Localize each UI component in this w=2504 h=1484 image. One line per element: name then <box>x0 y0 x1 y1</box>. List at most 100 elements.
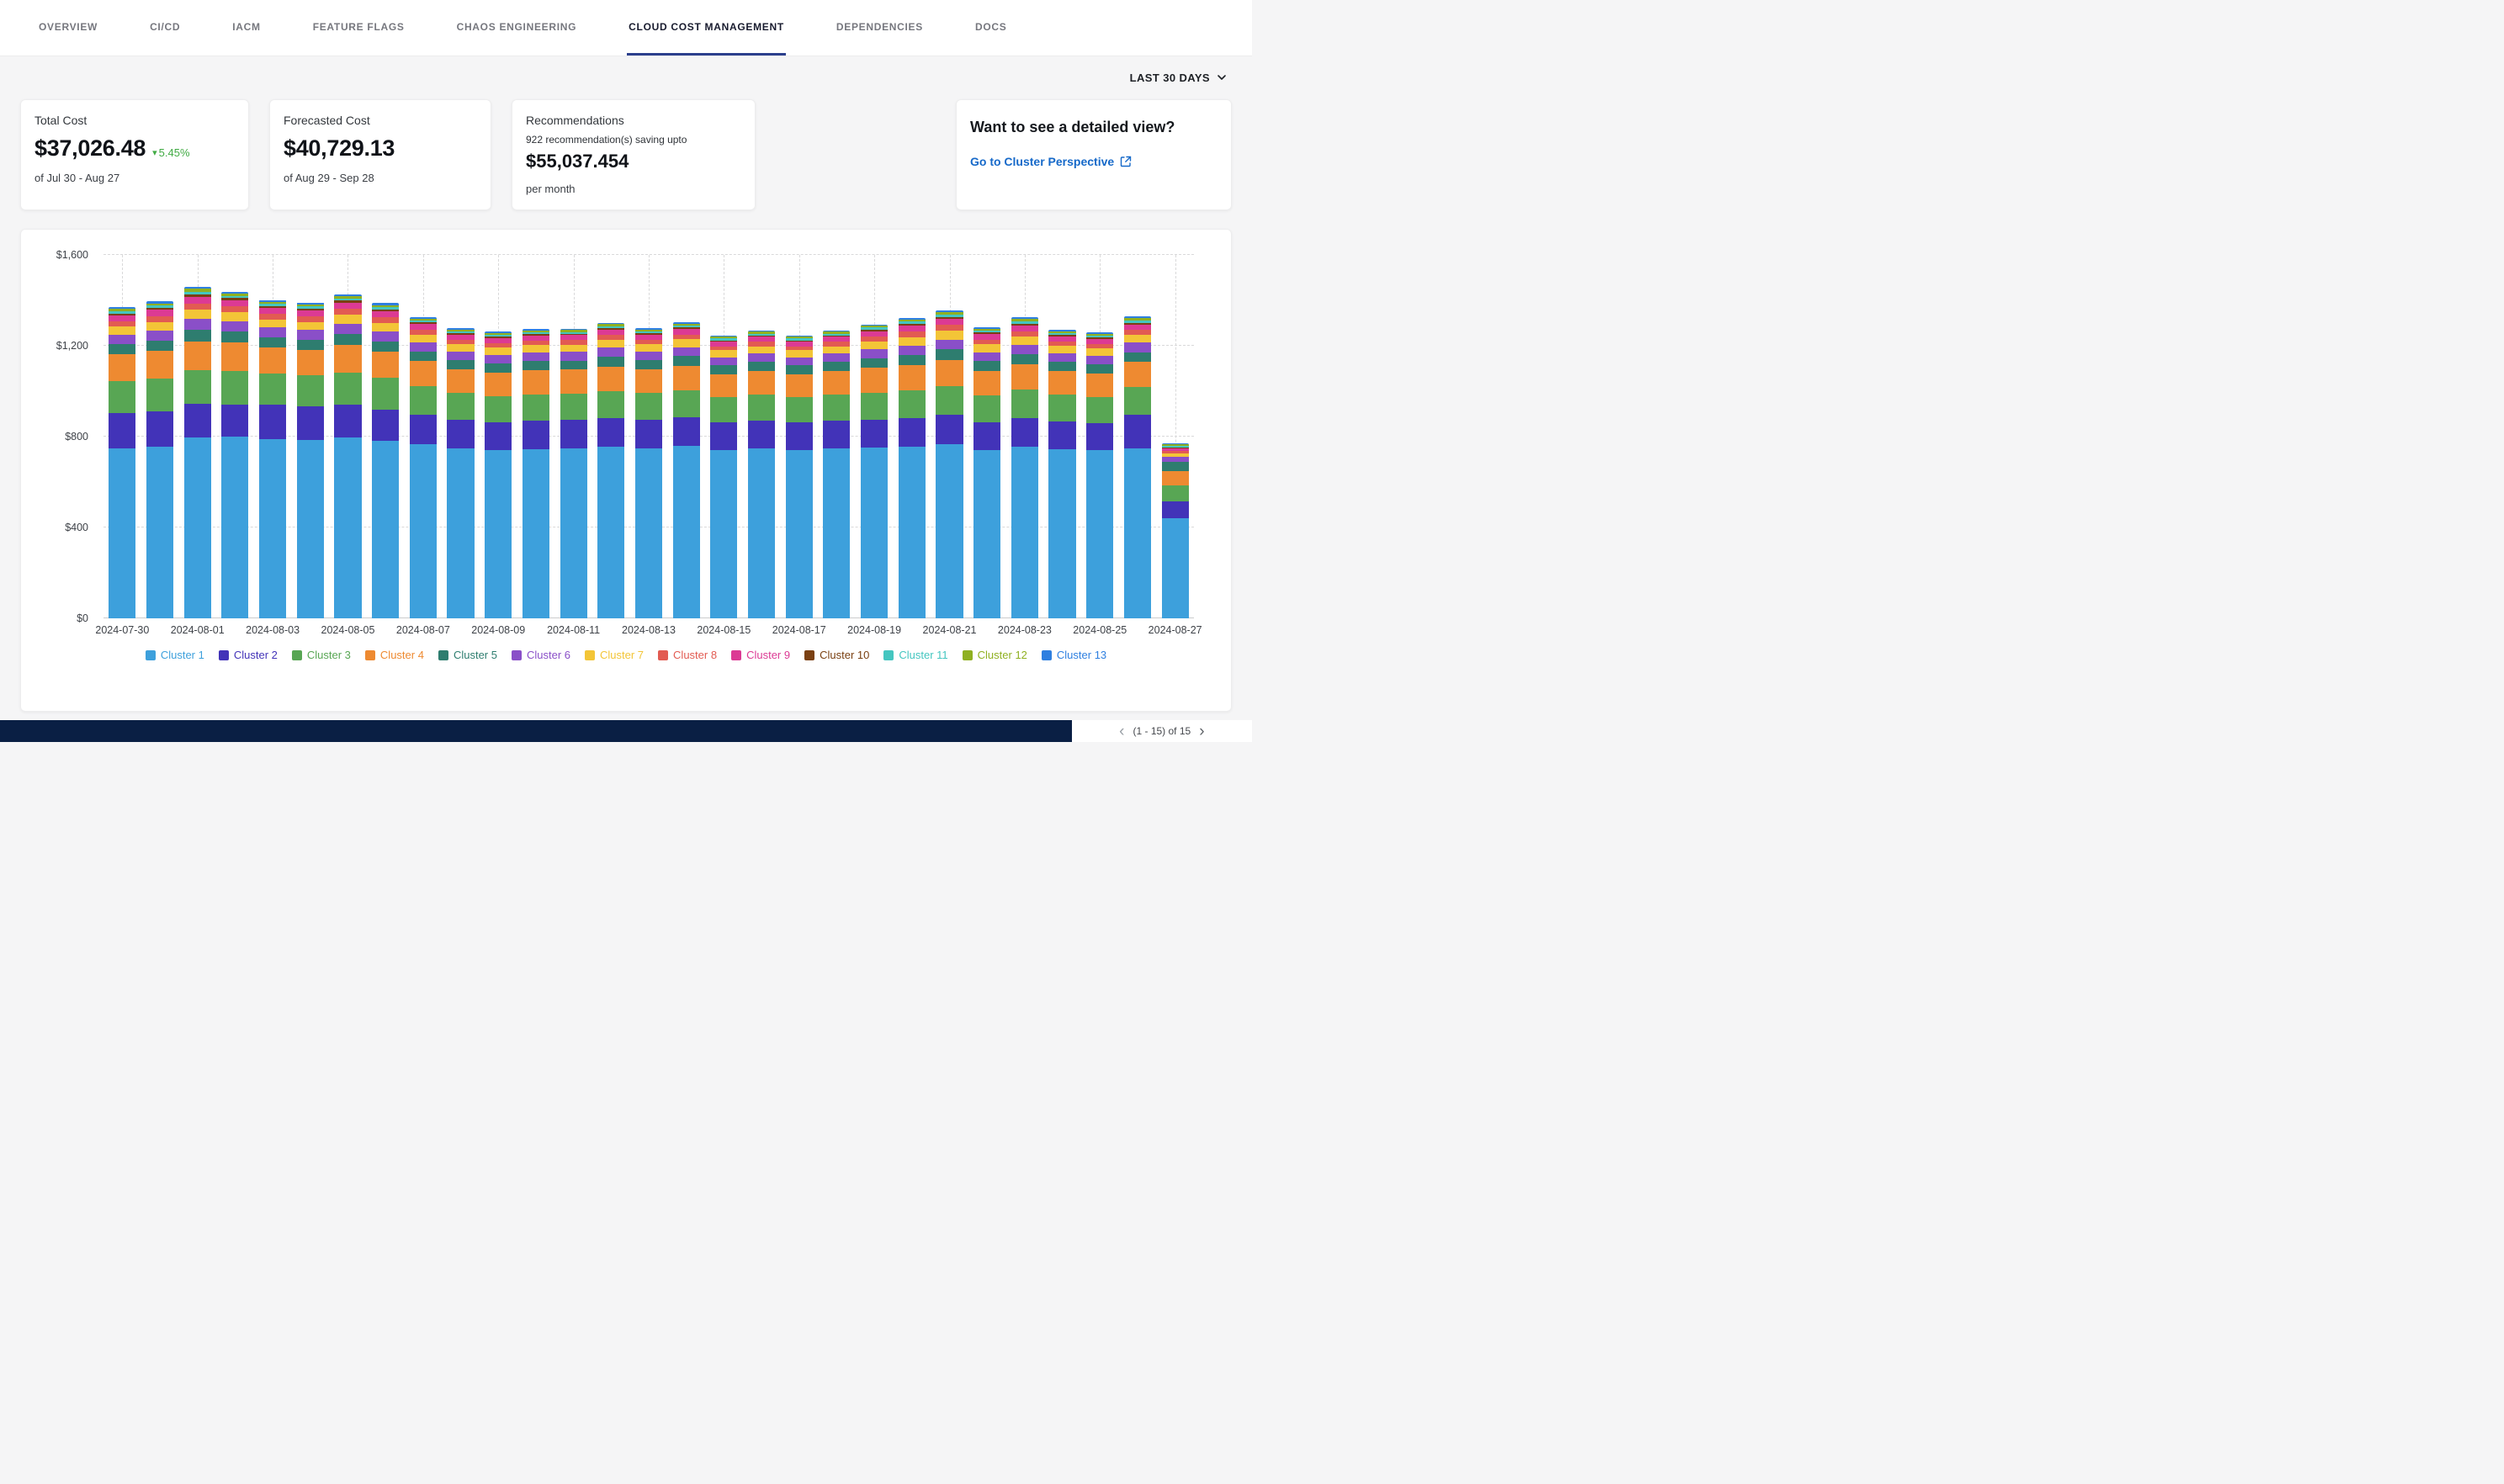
stacked-bar[interactable] <box>109 307 135 618</box>
stacked-bar[interactable] <box>184 287 211 618</box>
stacked-bar[interactable] <box>1086 332 1113 618</box>
bar-segment <box>184 297 211 304</box>
bar-segment <box>221 321 248 331</box>
stacked-bar[interactable] <box>297 302 324 618</box>
legend-item[interactable]: Cluster 4 <box>365 649 424 661</box>
cluster-perspective-link[interactable]: Go to Cluster Perspective <box>970 155 1132 168</box>
legend-label: Cluster 6 <box>527 649 570 661</box>
recommendations-title: Recommendations <box>526 114 741 127</box>
bar-segment <box>485 347 512 355</box>
bar-segment <box>973 395 1000 422</box>
bar-segment <box>372 352 399 378</box>
legend-label: Cluster 9 <box>746 649 790 661</box>
stacked-bar[interactable] <box>823 331 850 618</box>
tab-overview[interactable]: OVERVIEW <box>37 0 99 56</box>
legend-item[interactable]: Cluster 13 <box>1042 649 1106 661</box>
bar-segment <box>334 405 361 437</box>
legend-item[interactable]: Cluster 9 <box>731 649 790 661</box>
bar-segment <box>1086 423 1113 450</box>
bar-segment <box>1162 485 1189 501</box>
tab-cloud-cost-management[interactable]: CLOUD COST MANAGEMENT <box>627 0 786 56</box>
tab-dependencies[interactable]: DEPENDENCIES <box>835 0 925 56</box>
bar-segment <box>1086 450 1113 618</box>
legend-item[interactable]: Cluster 7 <box>585 649 644 661</box>
bar-segment <box>259 308 286 314</box>
bar-segment <box>297 406 324 440</box>
tab-iacm[interactable]: IACM <box>231 0 262 56</box>
x-tick-label: 2024-08-05 <box>321 624 374 636</box>
time-range-dropdown[interactable]: LAST 30 DAYS <box>1130 72 1227 84</box>
bar-segment <box>146 351 173 378</box>
bar-segment <box>109 354 135 381</box>
legend-item[interactable]: Cluster 8 <box>658 649 717 661</box>
stacked-bar[interactable] <box>259 299 286 618</box>
legend-item[interactable]: Cluster 6 <box>512 649 570 661</box>
chevron-right-icon[interactable]: › <box>1199 723 1204 739</box>
legend-item[interactable]: Cluster 11 <box>883 649 947 661</box>
legend-item[interactable]: Cluster 5 <box>438 649 497 661</box>
bar-segment <box>297 330 324 339</box>
bar-segment <box>786 422 813 449</box>
stacked-bar[interactable] <box>710 336 737 618</box>
bar-segment <box>936 360 963 386</box>
legend-item[interactable]: Cluster 12 <box>963 649 1027 661</box>
stacked-bar[interactable] <box>560 329 587 618</box>
legend-item[interactable]: Cluster 2 <box>219 649 278 661</box>
stacked-bar[interactable] <box>936 310 963 618</box>
chevron-left-icon[interactable]: ‹ <box>1119 723 1124 739</box>
summary-cards: Total Cost $37,026.48 ▾ 5.45% of Jul 30 … <box>0 99 1252 210</box>
bar-segment <box>410 386 437 416</box>
total-cost-delta: ▾ 5.45% <box>152 146 189 159</box>
stacked-bar[interactable] <box>748 331 775 618</box>
legend-item[interactable]: Cluster 1 <box>146 649 204 661</box>
legend-swatch <box>512 650 522 660</box>
bar-segment <box>1048 371 1075 395</box>
stacked-bar[interactable] <box>973 327 1000 618</box>
bar-segment <box>109 315 135 321</box>
stacked-bar[interactable] <box>410 317 437 618</box>
tab-docs[interactable]: DOCS <box>973 0 1008 56</box>
tab-cicd[interactable]: CI/CD <box>148 0 182 56</box>
bar-slot <box>1156 255 1194 618</box>
bar-segment <box>259 405 286 438</box>
stacked-bar[interactable] <box>523 329 549 618</box>
stacked-bar[interactable] <box>1162 443 1189 618</box>
bar-segment <box>372 342 399 352</box>
bar-segment <box>861 420 888 448</box>
stacked-bar[interactable] <box>1011 317 1038 618</box>
bar-segment <box>447 448 474 618</box>
bar-slot <box>480 255 517 618</box>
stacked-bar[interactable] <box>447 328 474 618</box>
bar-segment <box>485 450 512 618</box>
bar-segment <box>823 353 850 362</box>
legend-item[interactable]: Cluster 10 <box>804 649 869 661</box>
stacked-bar[interactable] <box>899 318 926 618</box>
bar-segment <box>221 405 248 437</box>
bar-segment <box>635 360 662 369</box>
bar-segment <box>710 450 737 618</box>
bar-slot <box>1043 255 1081 618</box>
stacked-bar[interactable] <box>372 303 399 618</box>
bar-segment <box>710 350 737 357</box>
bar-segment <box>1086 356 1113 364</box>
stacked-bar[interactable] <box>673 322 700 618</box>
stacked-bar[interactable] <box>1048 330 1075 618</box>
stacked-bar[interactable] <box>861 325 888 618</box>
bar-segment <box>372 441 399 618</box>
legend-label: Cluster 4 <box>380 649 424 661</box>
bar-segment <box>109 326 135 335</box>
bar-slot <box>1119 255 1157 618</box>
bar-slot <box>291 255 329 618</box>
tab-feature-flags[interactable]: FEATURE FLAGS <box>311 0 406 56</box>
legend-item[interactable]: Cluster 3 <box>292 649 351 661</box>
stacked-bar[interactable] <box>635 328 662 618</box>
stacked-bar[interactable] <box>786 336 813 618</box>
stacked-bar[interactable] <box>146 301 173 618</box>
stacked-bar[interactable] <box>334 294 361 618</box>
stacked-bar[interactable] <box>485 331 512 618</box>
stacked-bar[interactable] <box>1124 316 1151 618</box>
stacked-bar[interactable] <box>221 292 248 618</box>
stacked-bar[interactable] <box>597 323 624 618</box>
bar-segment <box>899 326 926 331</box>
tab-chaos-engineering[interactable]: CHAOS ENGINEERING <box>455 0 579 56</box>
